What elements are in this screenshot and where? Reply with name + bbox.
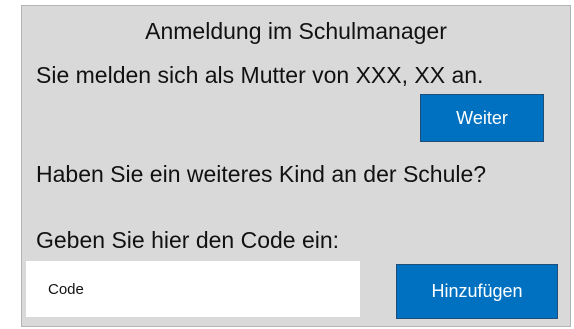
continue-button[interactable]: Weiter — [420, 94, 544, 142]
code-prompt-label: Geben Sie hier den Code ein: — [36, 227, 340, 253]
additional-child-question: Haben Sie ein weiteres Kind an der Schul… — [36, 161, 487, 187]
dialog-title: Anmeldung im Schulmanager — [145, 18, 447, 44]
code-input[interactable] — [26, 261, 360, 317]
add-button[interactable]: Hinzufügen — [396, 264, 558, 319]
login-panel: Anmeldung im Schulmanager Sie melden sic… — [21, 5, 571, 327]
login-info-text: Sie melden sich als Mutter von XXX, XX a… — [36, 62, 484, 88]
